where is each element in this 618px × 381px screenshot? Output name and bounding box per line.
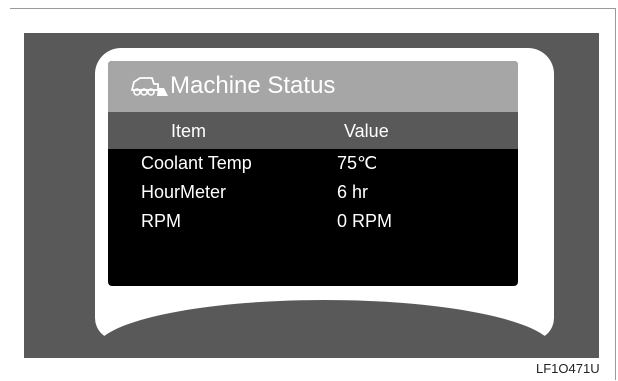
row-value: 6 hr (337, 182, 369, 202)
status-display: Machine Status Item Value Coolant Temp 7… (108, 61, 518, 286)
row-value: 75℃ (337, 153, 378, 173)
table-row: Coolant Temp 75℃ (108, 149, 518, 178)
column-header-value: Value (344, 121, 389, 141)
table-header: Item Value (108, 112, 518, 149)
row-value: 0 RPM (337, 211, 393, 231)
table-row: RPM 0 RPM (108, 207, 518, 236)
page-title: Machine Status (170, 72, 336, 99)
machine-icon (130, 77, 168, 96)
row-item: HourMeter (141, 182, 227, 202)
row-item: Coolant Temp (141, 153, 252, 173)
column-header-item: Item (171, 121, 207, 141)
row-item: RPM (141, 211, 181, 231)
figure-code: LF1O471U (536, 361, 600, 376)
title-bar: Machine Status (108, 61, 518, 112)
table-row: HourMeter 6 hr (108, 178, 518, 207)
status-table: Coolant Temp 75℃ HourMeter 6 hr RPM 0 RP… (108, 149, 518, 236)
